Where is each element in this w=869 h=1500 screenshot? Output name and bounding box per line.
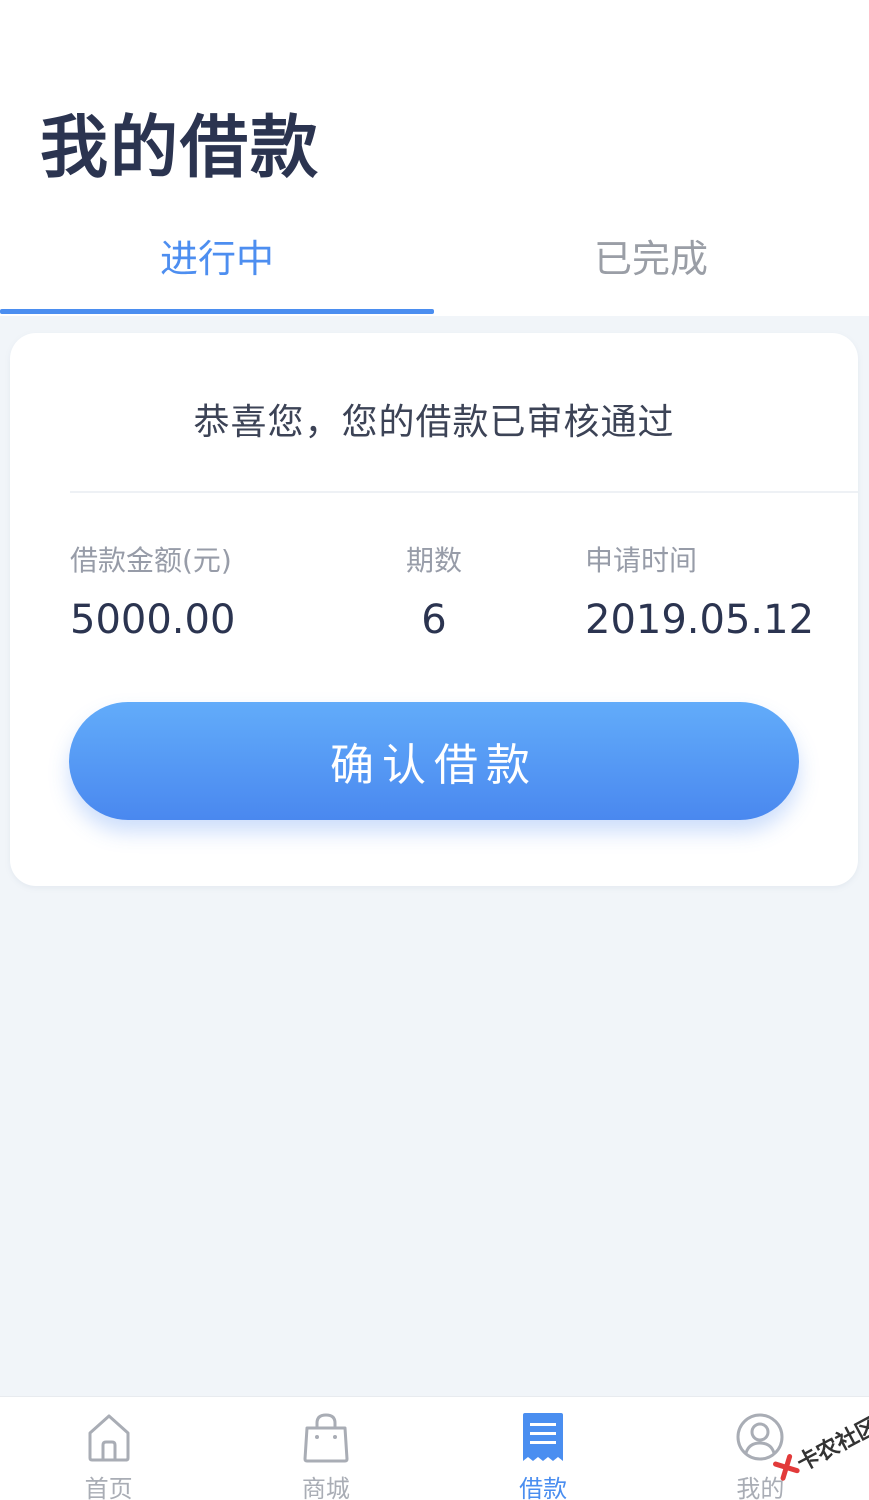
tabbar-label-mall: 商城 <box>301 1475 350 1500</box>
tabbar-item-loan[interactable]: 借款 <box>435 1397 652 1500</box>
tab-in-progress[interactable]: 进行中 <box>0 224 434 314</box>
document-icon <box>523 1413 564 1461</box>
watermark-text: 卡农社区 <box>793 1413 869 1477</box>
card-divider <box>70 491 858 493</box>
header: 我的借款 进行中 已完成 <box>0 0 869 316</box>
loan-amount-label: 借款金额(元) <box>70 544 232 577</box>
tab-completed[interactable]: 已完成 <box>434 224 868 314</box>
tabs: 进行中 已完成 <box>0 224 869 314</box>
tabbar-item-home[interactable]: 首页 <box>0 1397 217 1500</box>
tabbar-label-loan: 借款 <box>519 1475 568 1500</box>
loan-card: 恭喜您，您的借款已审核通过 借款金额(元) 期数 申请时间 5000.00 6 … <box>10 333 858 886</box>
page-title: 我的借款 <box>40 109 321 188</box>
shopping-bag-icon <box>303 1413 349 1463</box>
confirm-loan-button[interactable]: 确认借款 <box>69 702 799 820</box>
approval-status-text: 恭喜您，您的借款已审核通过 <box>193 402 675 443</box>
periods-label: 期数 <box>405 544 462 577</box>
loan-amount-value: 5000.00 <box>70 597 236 643</box>
tab-indicator <box>0 309 434 314</box>
loan-page: 我的借款 进行中 已完成 恭喜您，您的借款已审核通过 借款金额(元) 期数 申请… <box>0 0 869 1500</box>
apply-date-value: 2019.05.12 <box>585 597 815 643</box>
bottom-tab-bar: 首页 商城 借款 我的 <box>0 1396 869 1500</box>
periods-value: 6 <box>421 597 447 643</box>
apply-date-label: 申请时间 <box>585 544 698 577</box>
tabbar-item-mall[interactable]: 商城 <box>217 1397 434 1500</box>
home-icon <box>88 1414 130 1462</box>
tabbar-label-home: 首页 <box>84 1475 133 1500</box>
